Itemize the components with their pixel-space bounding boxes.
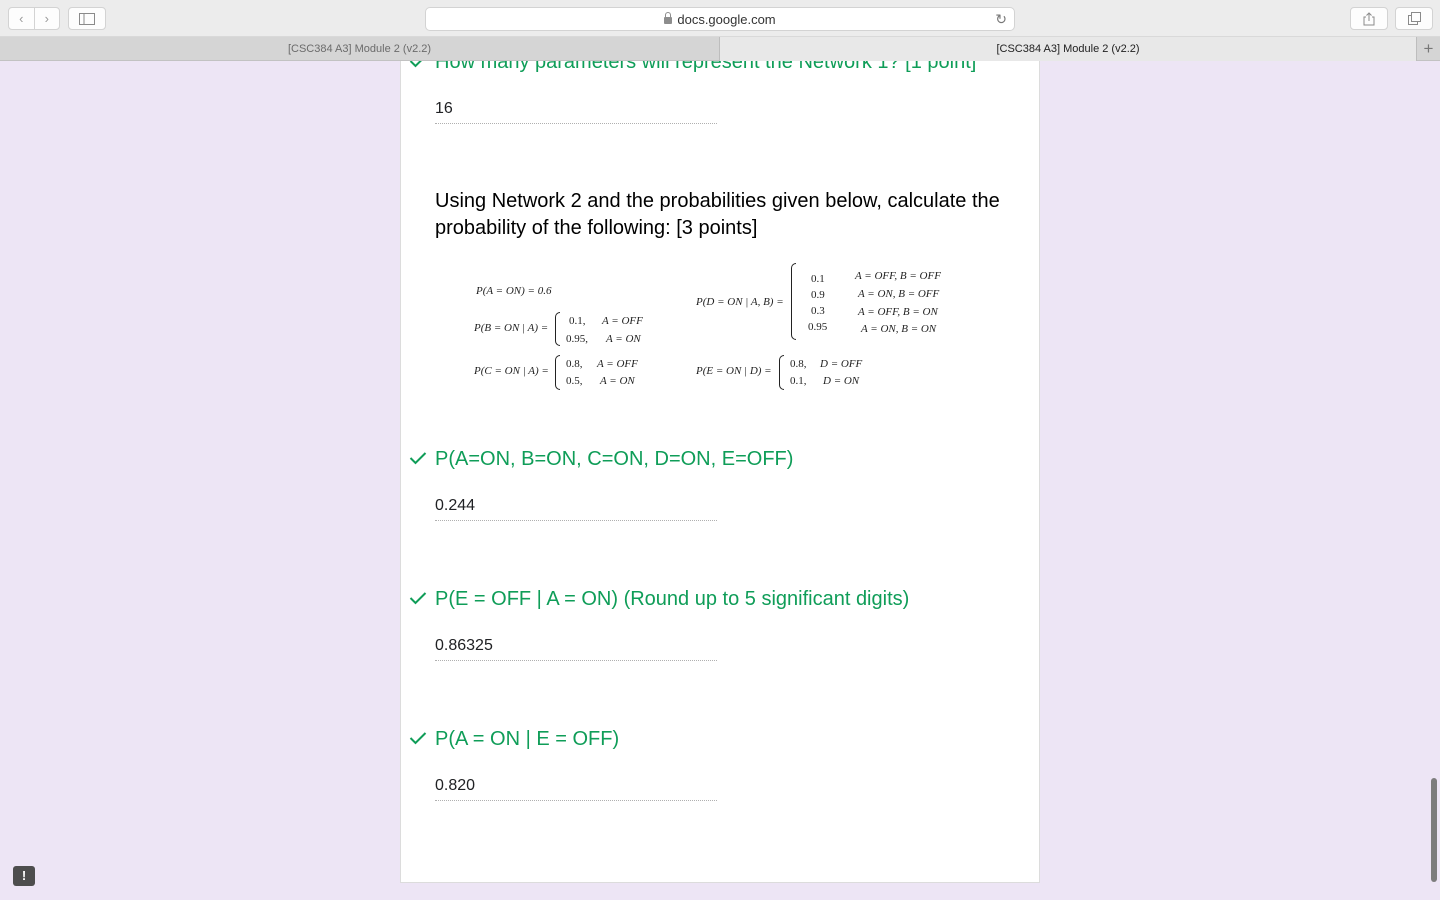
- answer-a-given-e: 0.820: [435, 777, 717, 801]
- formula-pb-lhs: P(B = ON | A) =: [474, 322, 549, 334]
- check-icon: [409, 452, 427, 465]
- formula-pd-brace: [791, 263, 796, 340]
- question-title-e-given-a: P(E = OFF | A = ON) (Round up to 5 signi…: [435, 588, 910, 610]
- formula-pd-cond: A = ON, B = OFF: [858, 288, 940, 300]
- question-title-joint: P(A=ON, B=ON, C=ON, D=ON, E=OFF): [435, 448, 794, 470]
- answer-joint: 0.244: [435, 497, 717, 521]
- formula-pb-brace: [555, 312, 560, 346]
- formula-pe-val: 0.8,: [790, 358, 807, 370]
- share-button[interactable]: [1350, 7, 1388, 30]
- question-title-network1: How many parameters will represent the N…: [435, 61, 977, 73]
- new-tab-button[interactable]: +: [1417, 37, 1440, 61]
- formula-pe-lhs: P(E = ON | D) =: [696, 365, 772, 377]
- question-title-a-given-e: P(A = ON | E = OFF): [435, 728, 620, 750]
- formula-pc-val: 0.8,: [566, 358, 583, 370]
- answer-network1: 16: [435, 100, 717, 124]
- formula-pd-lhs: P(D = ON | A, B) =: [696, 296, 784, 308]
- formula-pd-cond: A = OFF, B = OFF: [855, 270, 941, 282]
- check-icon: [409, 61, 422, 68]
- back-icon[interactable]: ‹: [9, 8, 34, 29]
- formula-pc-brace: [555, 355, 560, 390]
- formula-pd-cond: A = OFF, B = ON: [858, 306, 938, 318]
- url-text: docs.google.com: [677, 11, 776, 27]
- formula-pc-lhs: P(C = ON | A) =: [474, 365, 549, 377]
- formula-pa: P(A = ON) = 0.6: [476, 285, 552, 297]
- form-card: How many parameters will represent the N…: [400, 61, 1040, 883]
- tab-module2-active[interactable]: [CSC384 A3] Module 2 (v2.2): [719, 37, 1417, 61]
- sidebar-icon: [79, 12, 95, 25]
- check-icon: [409, 592, 427, 605]
- formula-pd-val: 0.9: [811, 289, 825, 301]
- check-icon: [409, 732, 427, 745]
- formula-pe-val: 0.1,: [790, 375, 807, 387]
- tabs-overview-button[interactable]: [1395, 7, 1433, 30]
- reload-icon[interactable]: ↻: [995, 11, 1007, 28]
- formula-pc-cond: A = OFF: [597, 358, 638, 370]
- history-nav: ‹ ›: [8, 7, 60, 30]
- formula-pe-brace: [779, 355, 784, 390]
- answer-e-given-a: 0.86325: [435, 637, 717, 661]
- formula-pc-cond: A = ON: [600, 375, 635, 387]
- feedback-icon[interactable]: !: [13, 866, 35, 886]
- formula-pb-val: 0.1,: [569, 315, 586, 327]
- probability-formulas-image: P(A = ON) = 0.6 P(B = ON | A) = 0.1, A =…: [471, 259, 961, 399]
- formula-pb-val: 0.95,: [566, 333, 588, 345]
- lock-icon: [664, 11, 673, 24]
- sidebar-toggle-button[interactable]: [68, 7, 106, 30]
- share-icon: [1363, 11, 1375, 25]
- formula-pd-val: 0.1: [811, 273, 825, 285]
- formula-pd-val: 0.95: [808, 321, 828, 333]
- page-scrollbar[interactable]: [1431, 778, 1437, 882]
- tabs-icon: [1407, 12, 1421, 25]
- formula-pe-cond: D = ON: [823, 375, 860, 387]
- tab-bar: [CSC384 A3] Module 2 (v2.2) [CSC384 A3] …: [0, 37, 1440, 61]
- tab-module2-background[interactable]: [CSC384 A3] Module 2 (v2.2): [0, 37, 719, 61]
- formula-pc-val: 0.5,: [566, 375, 583, 387]
- formula-pb-cond: A = OFF: [602, 315, 643, 327]
- forward-icon[interactable]: ›: [35, 8, 60, 29]
- formula-pe-cond: D = OFF: [820, 358, 863, 370]
- network2-prompt: Using Network 2 and the probabilities gi…: [435, 190, 1000, 239]
- formula-pb-cond: A = ON: [606, 333, 641, 345]
- formula-pd-val: 0.3: [811, 305, 825, 317]
- browser-toolbar: ‹ › docs.google.com ↻: [0, 0, 1440, 37]
- formula-pd-cond: A = ON, B = ON: [861, 323, 937, 335]
- address-bar[interactable]: docs.google.com ↻: [425, 7, 1015, 31]
